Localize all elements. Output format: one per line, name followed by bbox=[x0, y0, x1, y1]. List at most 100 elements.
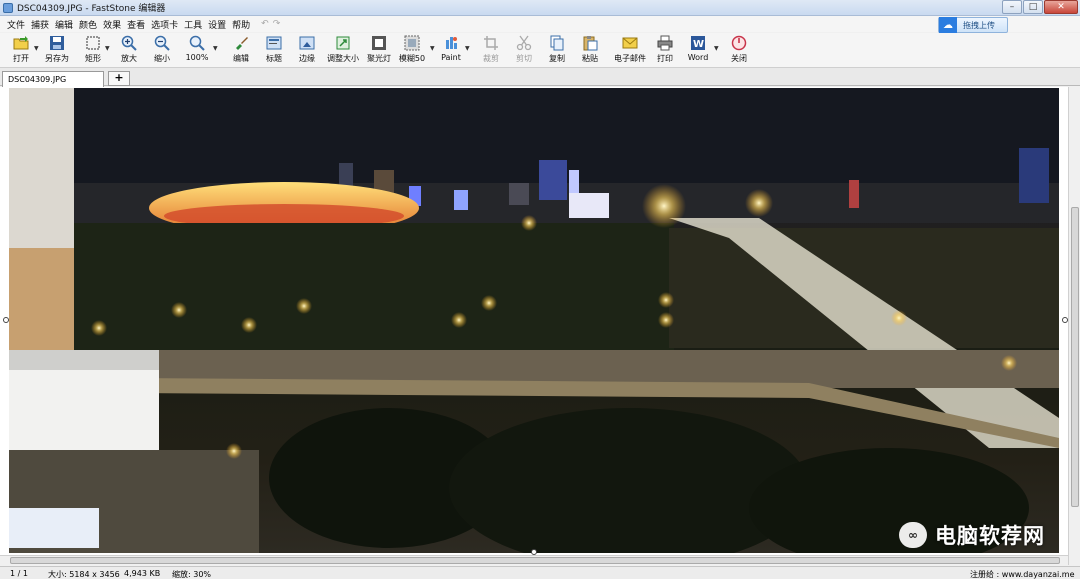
window-controls: – □ ✕ bbox=[1001, 0, 1078, 14]
crop-icon bbox=[483, 35, 499, 51]
close-label: 关闭 bbox=[731, 54, 747, 63]
image-canvas[interactable]: ∞ 电脑软荐网 bbox=[0, 87, 1080, 565]
blur-icon bbox=[404, 35, 420, 51]
floppy-disk-icon bbox=[49, 35, 65, 51]
cut-label: 剪切 bbox=[516, 54, 532, 63]
menu-effects[interactable]: 效果 bbox=[100, 18, 124, 31]
edit-label: 编辑 bbox=[233, 54, 249, 63]
open-dropdown-icon[interactable]: ▼ bbox=[34, 45, 39, 52]
menu-help[interactable]: 帮助 bbox=[229, 18, 253, 31]
image-dimensions: 大小: 5184 x 3456 bbox=[48, 570, 120, 579]
edit-button[interactable]: 编辑 bbox=[230, 35, 252, 66]
cloud-icon: ☁ bbox=[939, 17, 957, 33]
maximize-button[interactable]: □ bbox=[1023, 0, 1043, 14]
app-icon bbox=[3, 2, 13, 13]
paint-button[interactable]: Paint bbox=[439, 35, 463, 66]
status-bar: 1 / 1 大小: 5184 x 3456 4,943 KB 缩放: 30% 注… bbox=[0, 566, 1080, 579]
paint-brush-icon bbox=[233, 35, 249, 51]
undo-icon[interactable]: ↶ bbox=[261, 19, 269, 29]
upload-label: 拖拽上传 bbox=[963, 20, 995, 30]
rectangle-label: 矩形 bbox=[85, 54, 101, 63]
paste-icon bbox=[582, 35, 598, 51]
save-as-button[interactable]: 另存为 bbox=[42, 35, 72, 66]
crop-button[interactable]: 裁剪 bbox=[480, 35, 502, 66]
blur-button[interactable]: 模糊50 bbox=[398, 35, 426, 66]
vertical-scroll-thumb[interactable] bbox=[1071, 207, 1079, 507]
paste-label: 粘贴 bbox=[582, 54, 598, 63]
email-button[interactable]: 电子邮件 bbox=[612, 35, 648, 66]
menu-file[interactable]: 文件 bbox=[4, 18, 28, 31]
menu-view[interactable]: 查看 bbox=[124, 18, 148, 31]
tab-bar: DSC04309.JPG + bbox=[0, 68, 1080, 87]
print-label: 打印 bbox=[657, 54, 673, 63]
envelope-icon bbox=[622, 35, 638, 51]
zoom-out-label: 缩小 bbox=[154, 54, 170, 63]
menu-tools[interactable]: 工具 bbox=[181, 18, 205, 31]
resize-label: 调整大小 bbox=[327, 54, 359, 63]
photo-artwork bbox=[9, 88, 1059, 553]
save-as-label: 另存为 bbox=[45, 54, 69, 63]
redo-icon[interactable]: ↷ bbox=[273, 19, 281, 29]
zoom-dropdown-icon[interactable]: ▼ bbox=[213, 45, 218, 52]
rectangle-dropdown-icon[interactable]: ▼ bbox=[105, 45, 110, 52]
photo-night-cityscape[interactable]: ∞ 电脑软荐网 bbox=[9, 88, 1059, 553]
paste-button[interactable]: 粘贴 bbox=[579, 35, 601, 66]
close-window-button[interactable]: ✕ bbox=[1044, 0, 1078, 14]
paint-dropdown-icon[interactable]: ▼ bbox=[465, 45, 470, 52]
paint-palette-icon bbox=[443, 35, 459, 51]
menu-tabs[interactable]: 选项卡 bbox=[148, 18, 181, 31]
copy-label: 复制 bbox=[549, 54, 565, 63]
open-folder-icon bbox=[13, 35, 29, 51]
cut-button[interactable]: 剪切 bbox=[513, 35, 535, 66]
toolbar: 打开 ▼ 另存为 矩形 ▼ 放大 缩小 100% ▼ 编辑 标题 边缘 调整大小… bbox=[0, 33, 1080, 68]
watermark: ∞ 电脑软荐网 bbox=[899, 520, 1045, 550]
spotlight-button[interactable]: 聚光灯 bbox=[366, 35, 392, 66]
rectangle-select-button[interactable]: 矩形 bbox=[82, 35, 104, 66]
menu-color[interactable]: 颜色 bbox=[76, 18, 100, 31]
edge-button[interactable]: 边缘 bbox=[295, 35, 319, 66]
add-tab-button[interactable]: + bbox=[108, 71, 130, 86]
blur-dropdown-icon[interactable]: ▼ bbox=[430, 45, 435, 52]
print-button[interactable]: 打印 bbox=[654, 35, 676, 66]
edge-label: 边缘 bbox=[299, 54, 315, 63]
horizontal-scrollbar[interactable] bbox=[0, 555, 1068, 565]
horizontal-scroll-thumb[interactable] bbox=[10, 557, 1060, 564]
menu-edit[interactable]: 编辑 bbox=[52, 18, 76, 31]
copy-button[interactable]: 复制 bbox=[546, 35, 568, 66]
open-button[interactable]: 打开 bbox=[8, 35, 34, 66]
close-image-button[interactable]: 关闭 bbox=[728, 35, 750, 66]
resize-icon bbox=[335, 35, 351, 51]
menu-capture[interactable]: 捕获 bbox=[28, 18, 52, 31]
svg-text:W: W bbox=[693, 39, 704, 50]
word-dropdown-icon[interactable]: ▼ bbox=[714, 45, 719, 52]
word-button[interactable]: W Word bbox=[684, 35, 712, 66]
spotlight-label: 聚光灯 bbox=[367, 54, 391, 63]
zoom-level: 缩放: 30% bbox=[172, 570, 212, 579]
caption-button[interactable]: 标题 bbox=[263, 35, 285, 66]
zoom-out-button[interactable]: 缩小 bbox=[151, 35, 173, 66]
zoom-100-label: 100% bbox=[185, 53, 209, 62]
left-resize-handle[interactable] bbox=[3, 317, 9, 323]
rectangle-select-icon bbox=[85, 35, 101, 51]
registration-info: 注册给 : www.dayanzai.me bbox=[970, 570, 1075, 579]
zoom-100-button[interactable]: 100% bbox=[184, 35, 210, 66]
word-label: Word bbox=[687, 53, 709, 62]
resize-button[interactable]: 调整大小 bbox=[326, 35, 360, 66]
scissors-icon bbox=[516, 35, 532, 51]
faststone-editor-window: DSC04309.JPG - FastStone 编辑器 – □ ✕ 文件 捕获… bbox=[0, 0, 1080, 579]
email-label: 电子邮件 bbox=[614, 54, 646, 63]
tab-image-file[interactable]: DSC04309.JPG bbox=[2, 71, 104, 87]
power-icon bbox=[731, 35, 747, 51]
title-bar[interactable]: DSC04309.JPG - FastStone 编辑器 – □ ✕ bbox=[0, 0, 1080, 16]
menu-settings[interactable]: 设置 bbox=[205, 18, 229, 31]
zoom-out-icon bbox=[154, 35, 170, 51]
zoom-in-button[interactable]: 放大 bbox=[118, 35, 140, 66]
caption-icon bbox=[266, 35, 282, 51]
word-icon: W bbox=[690, 35, 706, 51]
printer-icon bbox=[657, 35, 673, 51]
zoom-in-label: 放大 bbox=[121, 54, 137, 63]
vertical-scrollbar[interactable] bbox=[1068, 87, 1080, 565]
copy-icon bbox=[549, 35, 565, 51]
drag-upload-button[interactable]: ☁ 拖拽上传 bbox=[938, 17, 1008, 33]
minimize-button[interactable]: – bbox=[1002, 0, 1022, 14]
